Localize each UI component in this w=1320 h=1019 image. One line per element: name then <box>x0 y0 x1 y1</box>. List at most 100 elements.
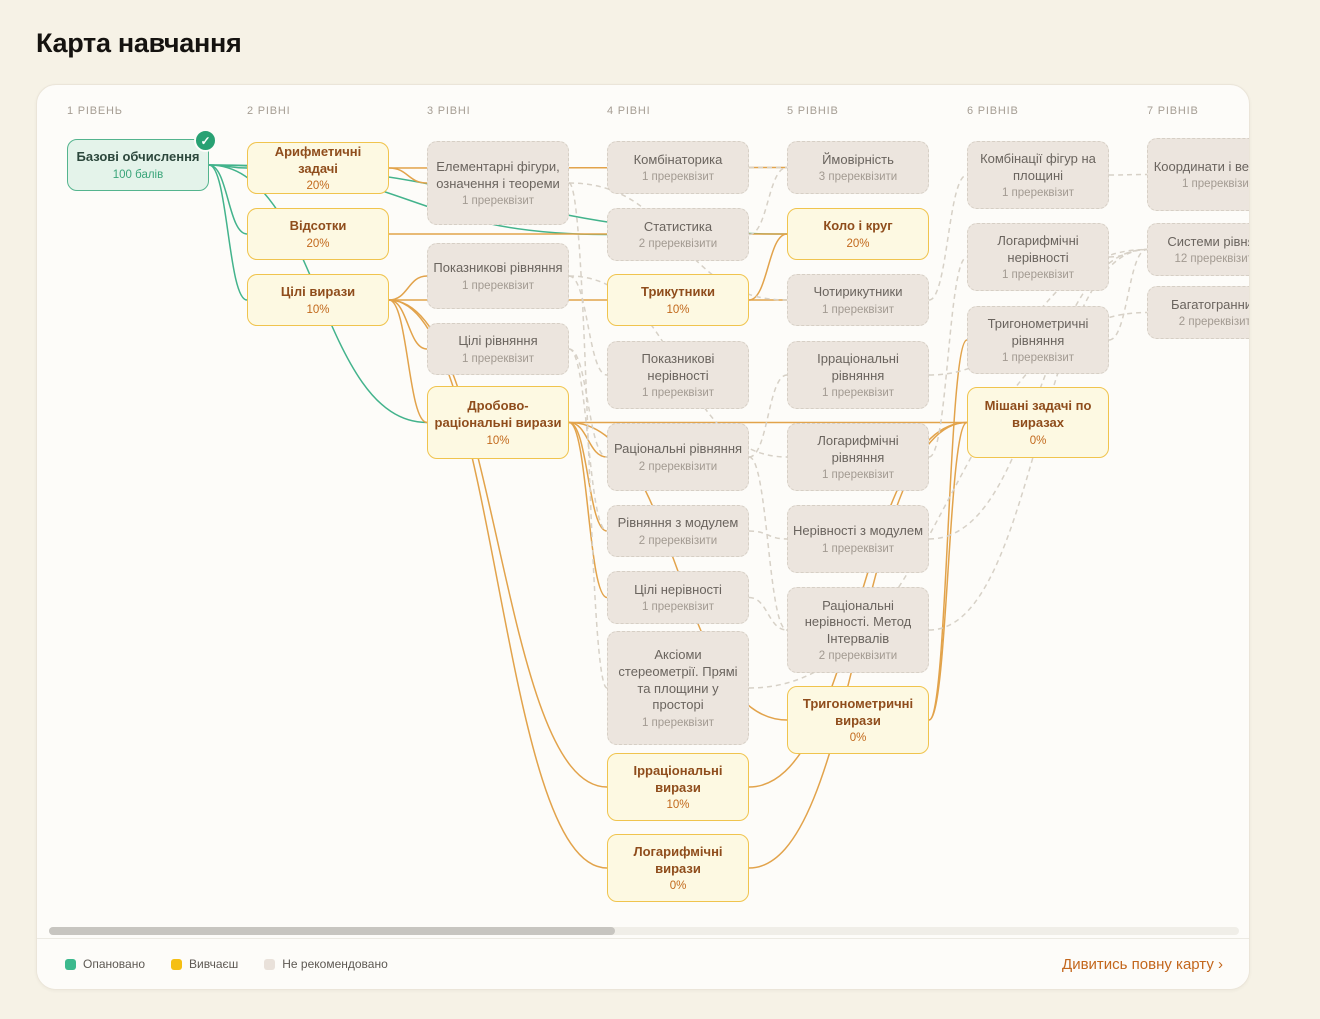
node-title: Логарифмічні вирази <box>613 844 743 877</box>
column-header-4: 4 РІВНІ <box>607 105 651 117</box>
node-subtitle: 10% <box>666 304 689 316</box>
column-header-5: 5 РІВНІВ <box>787 105 839 117</box>
node-subtitle: 1 пререквізит <box>462 280 534 292</box>
edge-trykutnyky-kolo <box>749 234 787 300</box>
node-subtitle: 1 пререквізит <box>1002 352 1074 364</box>
node-rivn_modulem[interactable]: Рівняння з модулем2 пререквізити <box>607 505 749 557</box>
node-chotyrykutnyky[interactable]: Чотирикутники1 пререквізит <box>787 274 929 326</box>
node-title: Логарифмічні нерівності <box>973 233 1103 266</box>
node-kombinatsii_fig[interactable]: Комбінації фігур на площині1 пререквізит <box>967 141 1109 209</box>
node-ratsionalni_neriv[interactable]: Раціональні нерівності. Метод Інтервалів… <box>787 587 929 673</box>
check-badge-icon: ✓ <box>194 129 217 152</box>
horizontal-scrollbar[interactable] <box>49 927 1239 935</box>
node-bagatogranyky[interactable]: Багатогранники 2 пререквізити <box>1147 286 1250 339</box>
node-title: Комбінації фігур на площині <box>973 151 1103 184</box>
node-subtitle: 20% <box>846 238 869 250</box>
node-title: Логарифмічні рівняння <box>793 433 923 466</box>
scrollbar-thumb[interactable] <box>49 927 615 935</box>
edge-pokaznykovi_rivn-pokaznykovi_neriv <box>569 276 607 375</box>
node-subtitle: 2 пререквізити <box>639 535 717 547</box>
node-title: Раціональні нерівності. Метод Інтервалів <box>793 598 923 648</box>
node-pokaznykovi_rivn[interactable]: Показникові рівняння1 пререквізит <box>427 243 569 309</box>
node-subtitle: 2 пререквізити <box>1179 316 1250 328</box>
node-title: Цілі вирази <box>281 284 355 301</box>
node-kombinatoryka[interactable]: Комбінаторика1 пререквізит <box>607 141 749 194</box>
node-subtitle: 100 балів <box>113 169 163 181</box>
node-koordynaty[interactable]: Координати і вектори 1 пререквізит <box>1147 138 1250 211</box>
node-subtitle: 2 пререквізити <box>819 650 897 662</box>
node-subtitle: 1 пререквізит <box>822 469 894 481</box>
full-map-link[interactable]: Дивитись повну карту › <box>1062 956 1223 973</box>
node-title: Цілі нерівності <box>634 582 722 599</box>
node-subtitle: 0% <box>850 732 867 744</box>
node-title: Статистика <box>644 219 712 236</box>
node-vidsotky[interactable]: Відсотки20% <box>247 208 389 260</box>
node-logarifmichni_vyrazy[interactable]: Логарифмічні вирази 0% <box>607 834 749 902</box>
node-title: Ірраціональні рівняння <box>793 351 923 384</box>
edge-tsili_vyrazy-pokaznykovi_rivn <box>389 276 427 300</box>
edge-trygonometrychni_vyrazy-mishani <box>929 423 967 721</box>
node-subtitle: 10% <box>486 435 509 447</box>
node-tsili_vyrazy[interactable]: Цілі вирази10% <box>247 274 389 326</box>
node-subtitle: 1 пререквізит <box>642 717 714 729</box>
node-ratsionalni_rivn[interactable]: Раціональні рівняння2 пререквізити <box>607 423 749 491</box>
node-title: Дробово-раціональні вирази <box>433 398 563 431</box>
node-subtitle: 1 пререквізит <box>642 387 714 399</box>
node-subtitle: 1 пререквізит <box>642 171 714 183</box>
node-title: Показникові нерівності <box>613 351 743 384</box>
node-trykutnyky[interactable]: Трикутники 10% <box>607 274 749 326</box>
node-systemy[interactable]: Системи рівнянь 12 пререквізитів <box>1147 223 1250 276</box>
node-bazovi[interactable]: Базові обчислення100 балів✓ <box>67 139 209 191</box>
node-subtitle: 1 пререквізит <box>1182 178 1250 190</box>
node-imovirnist[interactable]: Ймовірність3 пререквізити <box>787 141 929 194</box>
node-mishani[interactable]: Мішані задачі по виразах0% <box>967 387 1109 458</box>
node-drobovo[interactable]: Дробово-раціональні вирази 10% <box>427 386 569 459</box>
node-subtitle: 1 пререквізит <box>822 387 894 399</box>
page-title: Карта навчання <box>36 28 241 59</box>
node-irratsionalni_vyrazy[interactable]: Ірраціональні вирази 10% <box>607 753 749 821</box>
node-logarifmichni_rivn[interactable]: Логарифмічні рівняння 1 пререквізит <box>787 423 929 491</box>
node-title: Коло і круг <box>823 218 892 235</box>
node-title: Трикутники <box>641 284 715 301</box>
node-title: Багатогранники <box>1171 297 1250 314</box>
node-title: Арифметичні задачі <box>253 144 383 177</box>
map-viewport[interactable]: 1 РІВЕНЬ2 РІВНІ3 РІВНІ4 РІВНІ5 РІВНІВ6 Р… <box>37 85 1250 940</box>
node-elem_fig[interactable]: Елементарні фігури, означення і теореми1… <box>427 141 569 225</box>
legend-swatch-icon <box>264 959 275 970</box>
node-subtitle: 2 пререквізити <box>639 238 717 250</box>
node-subtitle: 1 пререквізит <box>462 195 534 207</box>
node-title: Аксіоми стереометрії. Прямі та площини у… <box>613 647 743 714</box>
node-subtitle: 12 пререквізитів <box>1174 253 1250 265</box>
node-title: Нерівності з модулем <box>793 523 923 540</box>
node-neriv_modulem[interactable]: Нерівності з модулем1 пререквізит <box>787 505 929 573</box>
legend-item-1: Опановано <box>65 957 145 971</box>
column-header-3: 3 РІВНІ <box>427 105 471 117</box>
node-subtitle: 0% <box>670 880 687 892</box>
node-subtitle: 10% <box>666 799 689 811</box>
node-logarifmichni_neriv[interactable]: Логарифмічні нерівності1 пререквізит <box>967 223 1109 291</box>
node-subtitle: 0% <box>1030 435 1047 447</box>
node-statystyka[interactable]: Статистика 2 пререквізити <box>607 208 749 261</box>
node-aksiomy[interactable]: Аксіоми стереометрії. Прямі та площини у… <box>607 631 749 745</box>
node-irratsionalni_rivn[interactable]: Ірраціональні рівняння 1 пререквізит <box>787 341 929 409</box>
node-trygonometrychni_vyrazy[interactable]: Тригонометричні вирази 0% <box>787 686 929 754</box>
map-footer: Опановано Вивчаєш Не рекомендовано Дивитис… <box>37 938 1250 989</box>
column-header-2: 2 РІВНІ <box>247 105 291 117</box>
node-arif[interactable]: Арифметичні задачі20% <box>247 142 389 194</box>
legend-item-3: Не рекомендовано <box>264 957 388 971</box>
edge-ratsionalni_rivn-ratsionalni_neriv <box>749 457 787 630</box>
node-pokaznykovi_neriv[interactable]: Показникові нерівності 1 пререквізит <box>607 341 749 409</box>
edge-bazovi-vidsotky <box>209 165 247 234</box>
legend-label: Не рекомендовано <box>282 957 388 971</box>
legend-item-2: Вивчаєш <box>171 957 238 971</box>
column-header-7: 7 РІВНІВ <box>1147 105 1199 117</box>
node-kolo[interactable]: Коло і круг 20% <box>787 208 929 260</box>
node-trygonometrychni_rivn[interactable]: Тригонометричні рівняння1 пререквізит <box>967 306 1109 374</box>
node-title: Ірраціональні вирази <box>613 763 743 796</box>
node-title: Координати і вектори <box>1154 159 1250 176</box>
node-title: Системи рівнянь <box>1167 234 1250 251</box>
node-title: Базові обчислення <box>76 149 199 166</box>
node-tsili_rivn[interactable]: Цілі рівняння1 пререквізит <box>427 323 569 375</box>
node-title: Тригонометричні вирази <box>793 696 923 729</box>
node-tsili_neriv[interactable]: Цілі нерівності1 пререквізит <box>607 571 749 624</box>
